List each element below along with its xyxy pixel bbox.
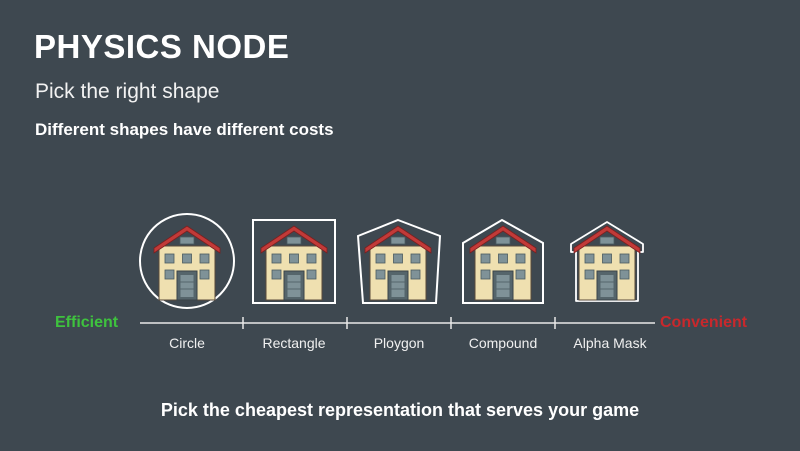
shape-polygon (356, 218, 442, 304)
shape-circle (139, 213, 235, 309)
convenient-label: Convenient (660, 314, 748, 331)
shape-label-rectangle: Rectangle (262, 335, 326, 351)
shape-label-polygon: Ploygon (373, 335, 425, 351)
shape-label-circle: Circle (169, 335, 205, 351)
slide-footer: Pick the cheapest representation that se… (160, 400, 640, 420)
shape-label-alpha-mask: Alpha Mask (573, 335, 647, 351)
shape-compound (462, 218, 544, 304)
slide-subheading: Different shapes have different costs (35, 120, 334, 139)
slide-title: PHYSICS NODE (34, 28, 290, 65)
shape-rectangle (252, 219, 336, 304)
efficient-label: Efficient (55, 314, 119, 331)
slide-subtitle: Pick the right shape (35, 80, 220, 103)
shape-alpha-mask (570, 221, 644, 302)
shape-label-compound: Compound (468, 335, 538, 351)
